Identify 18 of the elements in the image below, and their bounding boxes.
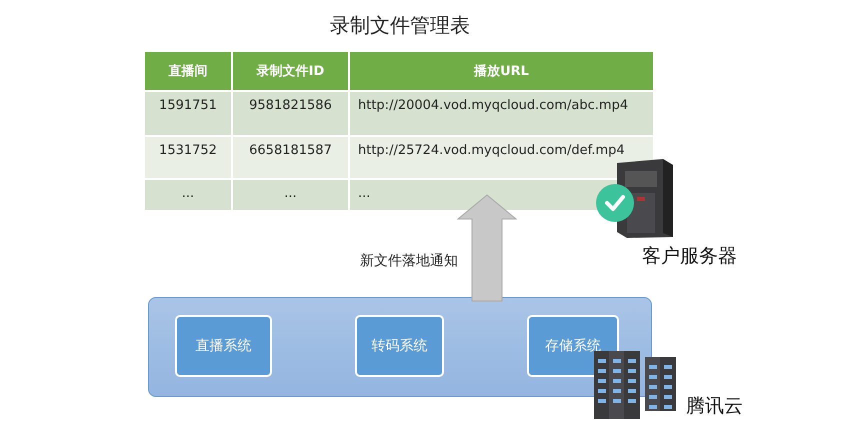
column-header: 录制文件ID: [233, 52, 350, 92]
server-label: 客户服务器: [642, 244, 737, 269]
arrow-label: 新文件落地通知: [360, 252, 458, 270]
check-icon: [596, 184, 634, 222]
system-node: 转码系统: [355, 315, 444, 377]
column-header: 直播间: [145, 52, 233, 92]
table-cell: 1531752: [145, 137, 233, 180]
table-cell: ...: [233, 180, 350, 212]
table-cell: 9581821586: [233, 92, 350, 137]
column-header: 播放URL: [350, 52, 655, 92]
table-cell: 6658181587: [233, 137, 350, 180]
table-cell: ...: [145, 180, 233, 212]
table-cell: http://25724.vod.myqcloud.com/def.mp4: [350, 137, 655, 180]
table-cell: 1591751: [145, 92, 233, 137]
system-node: 直播系统: [175, 315, 272, 377]
table-title: 录制文件管理表: [329, 12, 471, 39]
cloud-label: 腾讯云: [686, 394, 743, 419]
table-cell: http://20004.vod.myqcloud.com/abc.mp4: [350, 92, 655, 137]
